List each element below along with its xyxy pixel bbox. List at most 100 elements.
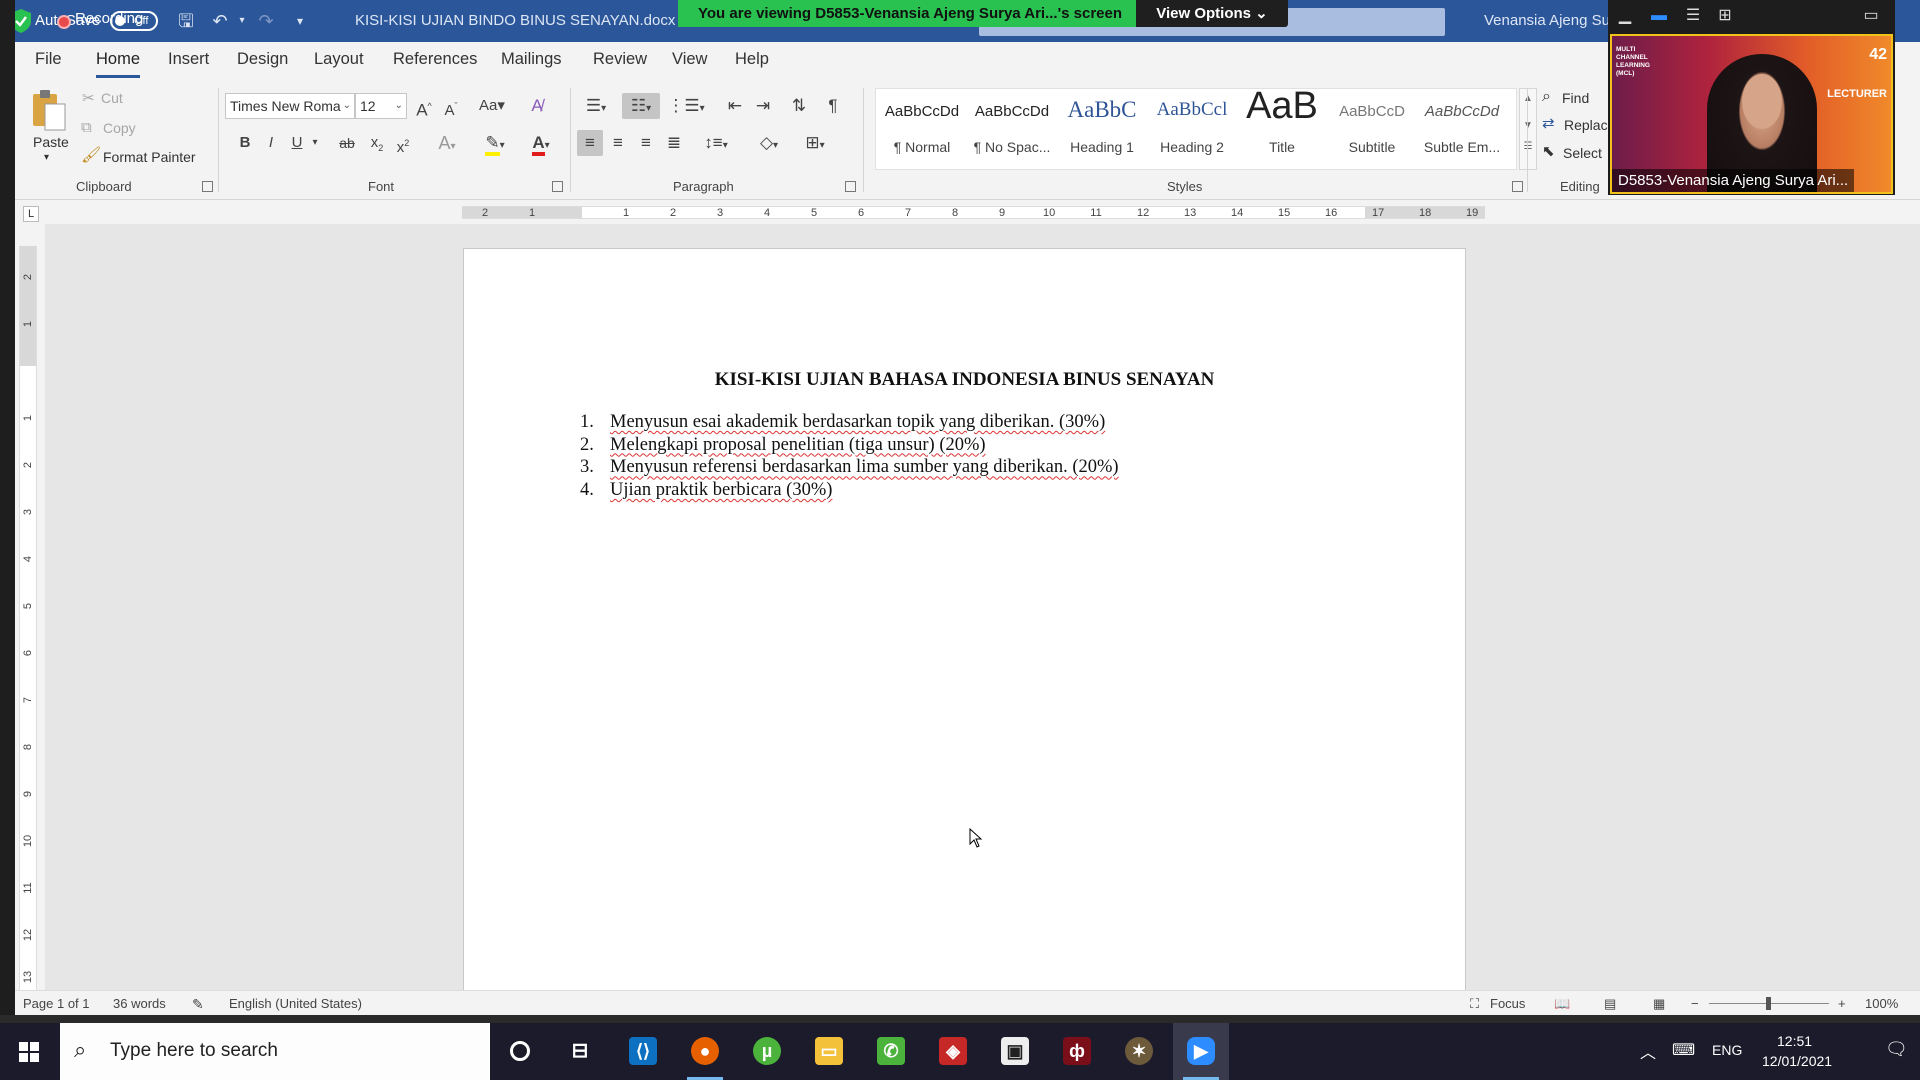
keyboard-icon[interactable]: ⌨	[1672, 1040, 1695, 1060]
tab-view[interactable]: View	[672, 50, 707, 69]
paragraph-launcher-icon[interactable]	[845, 181, 856, 192]
zoom-slider-thumb[interactable]	[1766, 997, 1771, 1010]
shrink-font-icon[interactable]: Aˇ	[439, 93, 463, 119]
list-item[interactable]: 1. Menyusun esai akademik berdasarkan top…	[580, 411, 1119, 434]
subscript-button[interactable]: x2	[365, 130, 389, 156]
justify-icon[interactable]: ≣	[661, 130, 687, 156]
speaker-view-icon[interactable]: ▬	[1648, 6, 1670, 26]
cut-label[interactable]: Cut	[101, 90, 123, 106]
autosave-toggle[interactable]: Off	[110, 11, 158, 31]
align-right-icon[interactable]: ≡	[633, 130, 659, 156]
decrease-indent-icon[interactable]: ⇤	[723, 93, 747, 119]
superscript-button[interactable]: x2	[391, 130, 415, 156]
font-launcher-icon[interactable]	[552, 181, 563, 192]
paste-icon[interactable]	[29, 88, 67, 134]
clock-time[interactable]: 12:51	[1777, 1033, 1812, 1049]
bullets-icon[interactable]: ☰▾	[577, 93, 615, 119]
tab-mailings[interactable]: Mailings	[501, 50, 562, 69]
participant-video[interactable]: MULTI CHANNEL LEARNING (MCL) 42 LECTURER…	[1610, 34, 1893, 194]
styles-launcher-icon[interactable]	[1512, 181, 1523, 192]
taskbar-app-chat[interactable]: ✆	[863, 1023, 919, 1080]
paste-dropdown-icon[interactable]: ▾	[44, 152, 49, 163]
taskbar-app-red[interactable]: ◈	[925, 1023, 981, 1080]
undo-icon[interactable]: ↶	[209, 10, 231, 32]
list-item[interactable]: 2. Melengkapi proposal penelitian (tiga u…	[580, 434, 1119, 457]
style-subtle-emphasis[interactable]: AaBbCcDd Subtle Em...	[1418, 89, 1506, 169]
format-painter-icon[interactable]: 🖌	[81, 145, 101, 165]
align-left-icon[interactable]: ≡	[577, 130, 603, 156]
copy-label[interactable]: Copy	[103, 120, 136, 136]
user-name[interactable]: Venansia Ajeng Su	[1484, 0, 1610, 42]
undo-dropdown-icon[interactable]: ▾	[231, 10, 253, 32]
focus-mode-icon[interactable]: ⛶	[1470, 996, 1479, 1012]
style-title[interactable]: AaB Title	[1238, 85, 1326, 169]
style-normal[interactable]: AaBbCcDd ¶ Normal	[878, 89, 966, 169]
customize-toolbar-icon[interactable]: ▾	[289, 10, 311, 32]
shading-icon[interactable]: ◇▾	[751, 130, 787, 156]
gallery-view-icon[interactable]: ⊞	[1714, 6, 1736, 26]
numbering-icon[interactable]: ☷▾	[622, 93, 660, 119]
tab-help[interactable]: Help	[735, 50, 769, 69]
taskbar-app-zoom[interactable]: ▶	[1173, 1023, 1229, 1080]
grow-font-icon[interactable]: A^	[412, 93, 436, 120]
redo-icon[interactable]: ↷	[255, 10, 277, 32]
clock-date[interactable]: 12/01/2021	[1762, 1053, 1832, 1069]
task-view-button[interactable]: ⊟	[552, 1023, 608, 1080]
print-layout-icon[interactable]: ▤	[1604, 996, 1616, 1012]
vertical-ruler[interactable]: 2 1 1 2 3 4 5 6 7 8 9 10 11 12 13	[19, 246, 37, 990]
chevron-down-icon[interactable]: ▼	[1520, 120, 1536, 131]
format-painter-label[interactable]: Format Painter	[103, 149, 196, 165]
list-item[interactable]: 4. Ujian praktik berbicara (30%)	[580, 479, 1119, 502]
view-options-button[interactable]: View Options ⌄	[1136, 0, 1288, 27]
underline-button[interactable]: U	[285, 130, 309, 156]
copy-icon[interactable]: ⧉	[81, 119, 92, 136]
taskbar-app-firefox[interactable]: ●	[677, 1023, 733, 1080]
font-color-icon[interactable]: A▾	[523, 130, 559, 156]
document-title[interactable]: KISI-KISI UJIAN BAHASA INDONESIA BINUS S…	[464, 369, 1465, 391]
tab-references[interactable]: References	[393, 50, 477, 69]
bold-button[interactable]: B	[233, 130, 257, 156]
font-size-dropdown[interactable]: 12 ⌄	[355, 93, 407, 119]
select-label[interactable]: Select	[1563, 145, 1602, 161]
document-page[interactable]: KISI-KISI UJIAN BAHASA INDONESIA BINUS S…	[463, 248, 1466, 990]
cortana-button[interactable]	[492, 1023, 548, 1080]
taskbar-app-vscode[interactable]: ⟨⟩	[615, 1023, 671, 1080]
change-case-button[interactable]: Aa▾	[475, 93, 509, 119]
borders-icon[interactable]: ⊞▾	[797, 130, 833, 156]
word-count[interactable]: 36 words	[113, 996, 166, 1011]
style-subtitle[interactable]: AaBbCcD Subtitle	[1328, 89, 1416, 169]
align-center-icon[interactable]: ≡	[605, 130, 631, 156]
zoom-out-icon[interactable]: −	[1691, 996, 1699, 1011]
highlight-color-icon[interactable]: ✎▾	[477, 130, 513, 156]
increase-indent-icon[interactable]: ⇥	[751, 93, 775, 119]
find-label[interactable]: Find	[1562, 90, 1589, 106]
font-name-dropdown[interactable]: Times New Roma ⌄	[225, 93, 355, 119]
tab-design[interactable]: Design	[237, 50, 288, 69]
clear-formatting-icon[interactable]: A̸	[525, 93, 549, 119]
save-icon[interactable]: 🖫	[175, 10, 197, 32]
chevron-up-icon[interactable]: ▲	[1520, 93, 1536, 104]
proofing-icon[interactable]: ✎	[192, 996, 204, 1013]
strikethrough-button[interactable]: ab	[333, 130, 361, 156]
taskbar-search[interactable]: ⌕ Type here to search	[60, 1023, 490, 1080]
chevron-up-icon[interactable]: ︿	[1640, 1039, 1656, 1063]
zoom-level[interactable]: 100%	[1865, 996, 1898, 1011]
italic-button[interactable]: I	[259, 130, 283, 156]
tab-file[interactable]: File	[35, 50, 62, 69]
underline-dropdown-icon[interactable]: ▾	[309, 130, 321, 156]
sort-icon[interactable]: ⇅	[787, 93, 811, 119]
text-effects-icon[interactable]: A▾	[429, 130, 465, 156]
start-button[interactable]	[0, 1023, 58, 1080]
tab-selector[interactable]: L	[23, 206, 39, 222]
style-heading-1[interactable]: AaBbC Heading 1	[1058, 89, 1146, 169]
select-icon[interactable]: ⬉	[1542, 142, 1555, 160]
clipboard-launcher-icon[interactable]	[202, 181, 213, 192]
tab-layout[interactable]: Layout	[314, 50, 364, 69]
show-formatting-marks-icon[interactable]: ¶	[821, 93, 845, 119]
multilevel-list-icon[interactable]: ⋮☰▾	[667, 93, 705, 119]
stacked-view-icon[interactable]: ☰	[1682, 6, 1704, 26]
taskbar-app-game[interactable]: ✶	[1111, 1023, 1167, 1080]
replace-label[interactable]: Replac	[1564, 117, 1608, 133]
taskbar-app-dark-red[interactable]: ф	[1049, 1023, 1105, 1080]
read-mode-icon[interactable]: 📖	[1554, 996, 1570, 1012]
